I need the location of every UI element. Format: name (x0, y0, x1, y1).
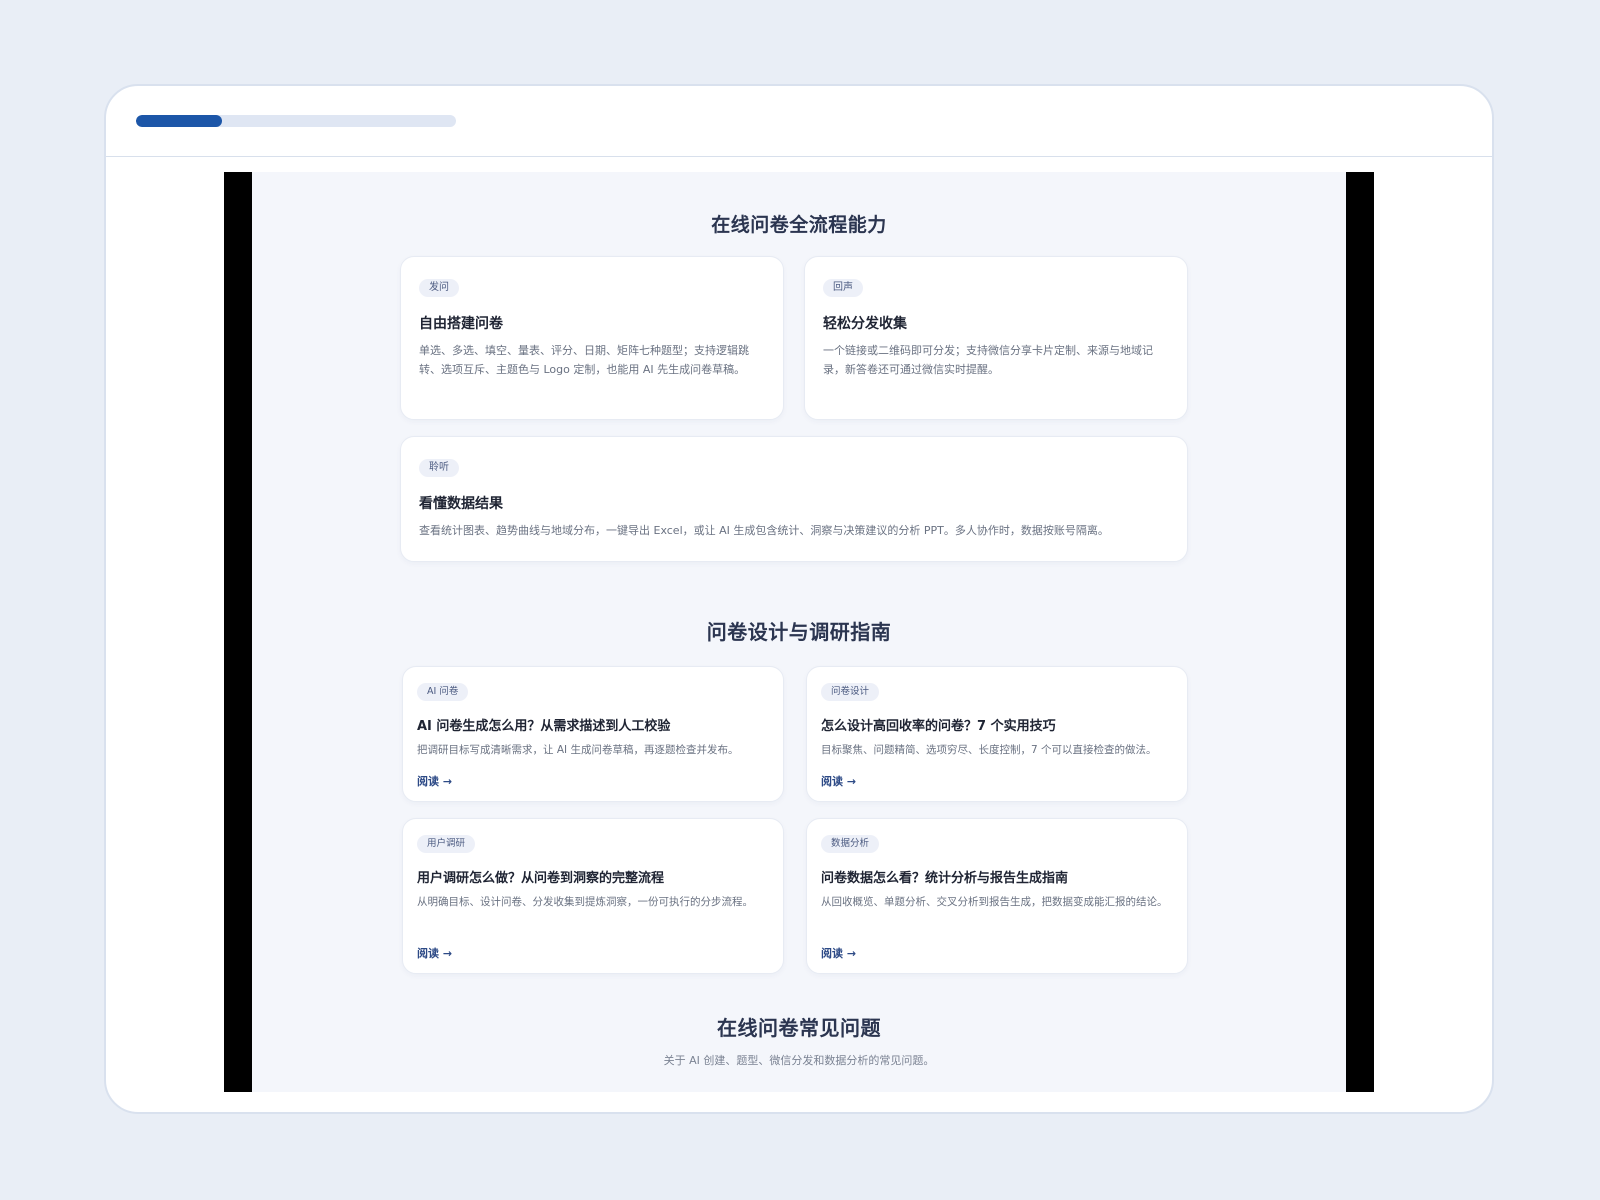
guide-tag: 问卷设计 (821, 683, 880, 701)
feature-title: 看懂数据结果 (419, 496, 503, 512)
guide-tag: 数据分析 (821, 835, 880, 853)
guide-tag: 用户调研 (417, 835, 476, 853)
read-link[interactable]: 阅读 → (821, 773, 856, 789)
progress-bar (136, 115, 456, 127)
guide-desc: 从明确目标、设计问卷、分发收集到提炼洞察，一份可执行的分步流程。 (417, 896, 753, 908)
feature-title: 自由搭建问卷 (419, 316, 503, 332)
feature-card-analyze: 聆听 看懂数据结果 查看统计图表、趋势曲线与地域分布，一键导出 Excel，或让… (400, 436, 1188, 562)
guide-title: 问卷数据怎么看？统计分析与报告生成指南 (821, 871, 1069, 886)
guide-desc: 从回收概览、单题分析、交叉分析到报告生成，把数据变成能汇报的结论。 (821, 896, 1168, 908)
read-link[interactable]: 阅读 → (417, 773, 452, 789)
browser-window: 在线问卷全流程能力 发问 自由搭建问卷 单选、多选、填空、量表、评分、日期、矩阵… (104, 84, 1494, 1114)
feature-card-distribute: 回声 轻松分发收集 一个链接或二维码即可分发；支持微信分享卡片定制、来源与地域记… (804, 256, 1188, 420)
read-link[interactable]: 阅读 → (821, 945, 856, 961)
guide-title: 怎么设计高回收率的问卷？7 个实用技巧 (821, 719, 1056, 734)
progress-fill (136, 115, 223, 127)
guide-title: 用户调研怎么做？从问卷到洞察的完整流程 (417, 871, 665, 886)
feature-title: 轻松分发收集 (823, 316, 907, 332)
guide-desc: 把调研目标写成清晰需求，让 AI 生成问卷草稿，再逐题检查并发布。 (417, 744, 739, 756)
top-bar (106, 86, 1492, 157)
guide-desc: 目标聚焦、问题精简、选项穷尽、长度控制，7 个可以直接检查的做法。 (821, 744, 1157, 756)
feature-tag: 聆听 (419, 459, 459, 477)
guide-card-data[interactable]: 数据分析 问卷数据怎么看？统计分析与报告生成指南 从回收概览、单题分析、交叉分析… (806, 818, 1188, 974)
feature-tag: 回声 (823, 279, 863, 297)
guide-card-ai[interactable]: AI 问卷 AI 问卷生成怎么用？从需求描述到人工校验 把调研目标写成清晰需求，… (402, 666, 784, 802)
feature-desc: 一个链接或二维码即可分发；支持微信分享卡片定制、来源与地域记录，新答卷还可通过微… (823, 344, 1153, 376)
guide-title: AI 问卷生成怎么用？从需求描述到人工校验 (417, 719, 671, 734)
guide-card-design[interactable]: 问卷设计 怎么设计高回收率的问卷？7 个实用技巧 目标聚焦、问题精简、选项穷尽、… (806, 666, 1188, 802)
page-viewport[interactable]: 在线问卷全流程能力 发问 自由搭建问卷 单选、多选、填空、量表、评分、日期、矩阵… (224, 172, 1374, 1092)
feature-desc: 查看统计图表、趋势曲线与地域分布，一键导出 Excel，或让 AI 生成包含统计… (419, 524, 1109, 537)
feature-desc: 单选、多选、填空、量表、评分、日期、矩阵七种题型；支持逻辑跳转、选项互斥、主题色… (419, 344, 749, 376)
guides-section-title: 问卷设计与调研指南 (706, 620, 892, 644)
feature-tag: 发问 (419, 279, 459, 297)
page-content: 在线问卷全流程能力 发问 自由搭建问卷 单选、多选、填空、量表、评分、日期、矩阵… (252, 172, 1346, 1092)
features-section-title: 在线问卷全流程能力 (711, 214, 887, 236)
faq-section-title: 在线问卷常见问题 (717, 1016, 881, 1040)
guide-card-research[interactable]: 用户调研 用户调研怎么做？从问卷到洞察的完整流程 从明确目标、设计问卷、分发收集… (402, 818, 784, 974)
read-link[interactable]: 阅读 → (417, 945, 452, 961)
faq-subtitle: 关于 AI 创建、题型、微信分发和数据分析的常见问题。 (663, 1054, 935, 1067)
guide-tag: AI 问卷 (417, 683, 469, 701)
feature-card-build: 发问 自由搭建问卷 单选、多选、填空、量表、评分、日期、矩阵七种题型；支持逻辑跳… (400, 256, 784, 420)
